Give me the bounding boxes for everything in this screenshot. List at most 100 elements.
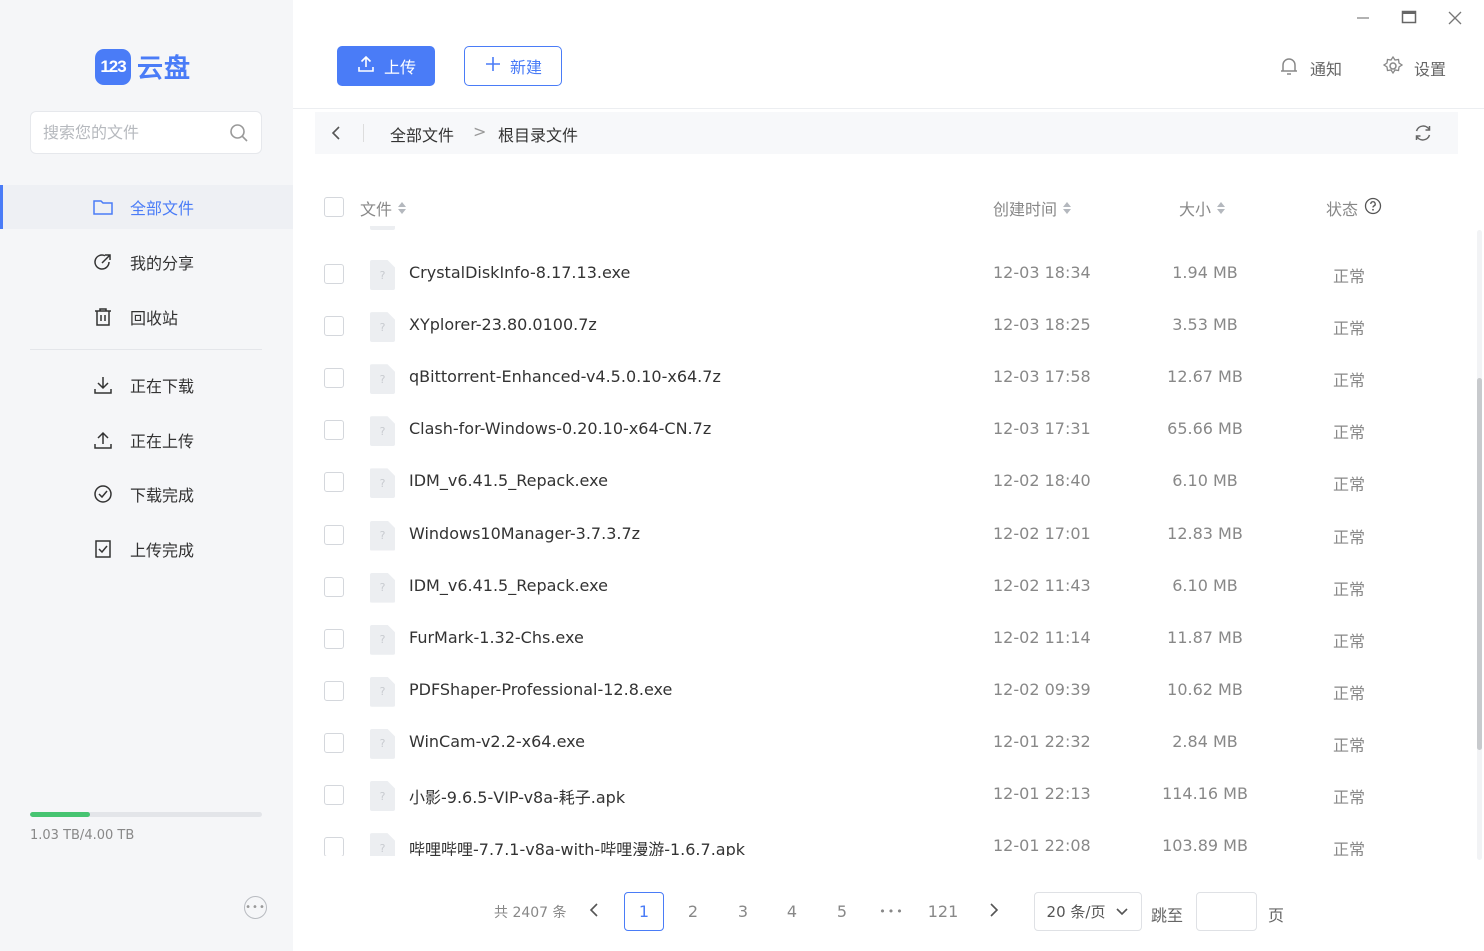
more-options-button[interactable]: ••• [244,896,267,919]
next-page-button[interactable] [974,892,1014,931]
file-name[interactable]: qBittorrent-Enhanced-v4.5.0.10-x64.7z [409,367,721,386]
file-created-time: 12-01 22:08 [993,836,1091,856]
file-status: 正常 [1333,840,1366,856]
file-name[interactable]: FurMark-1.32-Chs.exe [409,628,584,647]
file-icon: ? [370,312,395,343]
column-header-file[interactable]: 文件 [360,196,407,220]
ellipsis-icon: ••• [245,902,266,913]
prev-page-button[interactable] [574,892,614,931]
trash-icon [92,306,114,328]
row-checkbox[interactable] [324,628,344,649]
close-icon [1448,10,1462,29]
sidebar-item-upload-complete[interactable]: 上传完成 [0,527,293,571]
file-icon: ? [370,468,395,499]
jump-to-page-input[interactable] [1196,892,1257,931]
table-row[interactable]: ? WinCam-v2.2-x64.exe 12-01 22:32 2.84 MB 正常 [293,717,1463,769]
row-checkbox[interactable] [324,420,344,441]
column-header-size[interactable]: 大小 [1179,196,1226,220]
table-row[interactable]: ? FurMark-1.32-Chs.exe 12-02 11:14 11.87 MB… [293,613,1463,665]
close-window-button[interactable] [1444,8,1466,30]
scrollbar-thumb[interactable] [1477,378,1482,750]
back-arrow-icon[interactable] [327,122,345,144]
table-row[interactable]: ? qBittorrent-Enhanced-v4.5.0.10-x64.7z 12… [293,352,1463,404]
sidebar-item-label: 全部文件 [130,199,195,218]
file-size: 2.84 MB [1172,731,1238,751]
row-checkbox[interactable] [324,316,344,337]
table-row[interactable]: ? IDM_v6.41.5_Repack.exe 12-02 18:40 6.10 M… [293,456,1463,508]
search-box [30,111,262,154]
search-input[interactable] [43,123,229,142]
sidebar-item-my-share[interactable]: 我的分享 [0,240,293,284]
table-row[interactable]: ? CrystalDiskInfo-8.17.13.exe 12-03 18:34 1… [293,248,1463,300]
sidebar-item-downloading[interactable]: 正在下载 [0,363,293,407]
select-all-checkbox[interactable] [324,197,344,217]
file-created-time: 12-02 09:39 [993,679,1091,699]
file-name[interactable]: IDM_v6.41.5_Repack.exe [409,471,608,490]
file-name[interactable]: 哔哩哔哩-7.7.1-v8a-with-哔哩漫游-1.6.7.apk [409,836,745,856]
column-header-created-time[interactable]: 创建时间 [993,196,1072,220]
page-button-5[interactable]: 5 [822,892,862,931]
new-button[interactable]: 新建 [464,46,562,86]
file-name[interactable]: Windows10Manager-3.7.3.7z [409,524,640,543]
file-icon: ? [370,624,395,655]
file-name[interactable]: WinCam-v2.2-x64.exe [409,732,585,751]
column-header-label: 状态 [1326,200,1359,219]
maximize-button[interactable] [1398,8,1420,30]
file-name[interactable]: CrystalDiskInfo-8.17.13.exe [409,263,630,282]
file-size: 114.16 MB [1162,784,1248,803]
file-name[interactable]: XYplorer-23.80.0100.7z [409,315,597,334]
sidebar-item-uploading[interactable]: 正在上传 [0,418,293,462]
file-name[interactable]: 小影-9.6.5-VIP-v8a-耗子.apk [409,784,625,808]
file-name[interactable]: IDM_v6.41.5_Repack.exe [409,576,608,595]
table-row[interactable]: ? 哔哩哔哩-7.7.1-v8a-with-哔哩漫游-1.6.7.apk 12-01… [293,821,1463,856]
column-header-label: 创建时间 [993,200,1058,219]
file-name[interactable]: Clash-for-Windows-0.20.10-x64-CN.7z [409,419,711,438]
file-icon: ? [370,572,395,603]
table-row[interactable]: ? PDFShaper-Professional-12.8.exe 12-02 09… [293,665,1463,717]
row-checkbox[interactable] [324,576,344,597]
notification-button[interactable]: 通知 [1278,55,1342,81]
row-checkbox[interactable] [324,472,344,493]
table-row[interactable]: ? IDM_v6.41.5_Repack.exe 12-02 11:43 6.10 M… [293,561,1463,613]
upload-button[interactable]: 上传 [337,46,435,86]
new-button-label: 新建 [509,58,542,77]
row-checkbox[interactable] [324,264,344,284]
scrollbar[interactable] [1477,230,1482,860]
page-button-last[interactable]: 121 [923,892,963,931]
file-status: 正常 [1333,319,1366,339]
row-checkbox[interactable] [324,837,344,856]
page-button-4[interactable]: 4 [772,892,812,931]
table-row[interactable]: ? Windows10Manager-3.7.3.7z 12-02 17:01 12.… [293,509,1463,561]
table-row[interactable]: ? XYplorer-23.80.0100.7z 12-03 18:25 3.53 M… [293,300,1463,352]
row-checkbox[interactable] [324,680,344,701]
search-icon[interactable] [229,123,249,143]
page-size-select[interactable]: 20 条/页 [1034,892,1142,931]
minimize-button[interactable] [1352,8,1374,30]
refresh-icon[interactable] [1412,122,1434,144]
page-button-2[interactable]: 2 [673,892,713,931]
breadcrumb-divider [363,124,364,142]
plus-icon [484,55,502,77]
file-size: 10.62 MB [1167,679,1243,699]
page-button-3[interactable]: 3 [723,892,763,931]
page-ellipsis[interactable]: ••• [872,892,912,931]
page-suffix-label: 页 [1268,906,1285,925]
sidebar-divider [30,349,262,350]
page-button-1[interactable]: 1 [624,892,664,931]
sidebar-item-download-complete[interactable]: 下载完成 [0,472,293,516]
row-checkbox[interactable] [324,732,344,753]
sidebar-item-all-files[interactable]: 全部文件 [0,185,293,229]
row-checkbox[interactable] [324,524,344,545]
row-checkbox[interactable] [324,785,344,805]
sort-icon [398,202,407,214]
breadcrumb-root[interactable]: 全部文件 [390,122,454,146]
settings-button[interactable]: 设置 [1382,55,1446,81]
sidebar-item-recycle-bin[interactable]: 回收站 [0,295,293,339]
logo-text: 云盘 [137,54,192,84]
file-name[interactable]: PDFShaper-Professional-12.8.exe [409,680,672,699]
file-created-time: 12-01 22:32 [993,731,1091,751]
row-checkbox[interactable] [324,368,344,389]
table-row[interactable]: ? 小影-9.6.5-VIP-v8a-耗子.apk 12-01 22:13 114.1… [293,769,1463,821]
help-icon[interactable] [1364,197,1382,219]
table-row[interactable]: ? Clash-for-Windows-0.20.10-x64-CN.7z 12-0… [293,404,1463,456]
